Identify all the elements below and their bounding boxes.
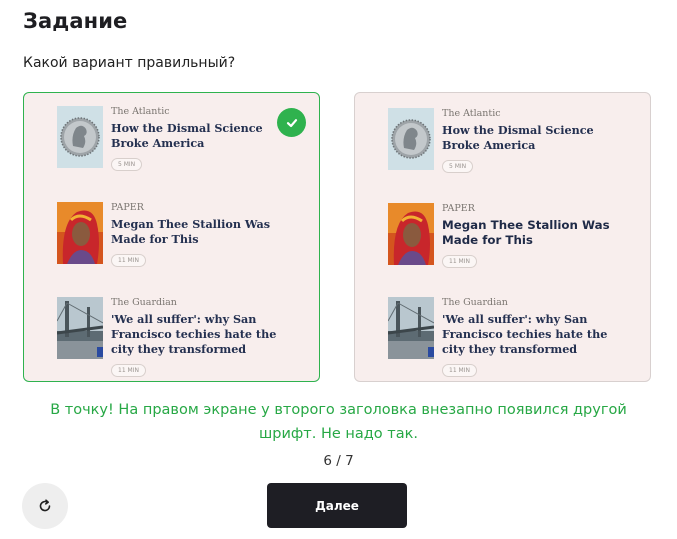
read-time-badge: 11 MIN xyxy=(442,364,477,377)
article-source: The Atlantic xyxy=(442,108,501,119)
read-time-badge: 5 MIN xyxy=(442,160,474,173)
question-text: Какой вариант правильный? xyxy=(23,55,236,71)
article-source: PAPER xyxy=(111,202,144,213)
progress-counter: 6 / 7 xyxy=(323,453,354,469)
article-item: The Atlantic How the Dismal Science Brok… xyxy=(388,108,618,178)
read-time-badge: 11 MIN xyxy=(442,255,477,268)
portrait-image xyxy=(57,202,103,264)
article-headline: 'We all suffer': why San Francisco techi… xyxy=(442,312,608,356)
page-title: Задание xyxy=(23,9,128,33)
portrait-image xyxy=(388,203,434,265)
article-headline: How the Dismal Science Broke America xyxy=(111,121,263,150)
article-item: PAPER Megan Thee Stallion Was Made for T… xyxy=(388,203,618,273)
article-source: PAPER xyxy=(442,203,475,214)
article-headline: 'We all suffer': why San Francisco techi… xyxy=(111,312,277,356)
article-item: The Atlantic How the Dismal Science Brok… xyxy=(57,106,287,176)
bridge-image xyxy=(388,297,434,359)
feedback-text: В точку! На правом экране у второго заго… xyxy=(50,402,627,442)
coin-image xyxy=(388,108,434,170)
article-item: The Guardian 'We all suffer': why San Fr… xyxy=(388,297,618,377)
article-item: PAPER Megan Thee Stallion Was Made for T… xyxy=(57,202,287,272)
article-source: The Atlantic xyxy=(111,106,170,117)
article-item: The Guardian 'We all suffer': why San Fr… xyxy=(57,297,287,377)
option-card-left[interactable]: The Atlantic How the Dismal Science Brok… xyxy=(23,92,320,382)
article-source: The Guardian xyxy=(111,297,177,308)
next-button[interactable]: Далее xyxy=(267,483,407,528)
read-time-badge: 11 MIN xyxy=(111,254,146,267)
article-headline: Megan Thee Stallion Was Made for This xyxy=(442,218,610,247)
read-time-badge: 5 MIN xyxy=(111,158,143,171)
article-headline: How the Dismal Science Broke America xyxy=(442,123,594,152)
reset-button[interactable] xyxy=(22,483,68,529)
option-card-right[interactable]: The Atlantic How the Dismal Science Brok… xyxy=(354,92,651,382)
article-source: The Guardian xyxy=(442,297,508,308)
article-headline: Megan Thee Stallion Was Made for This xyxy=(111,217,271,246)
bridge-image xyxy=(57,297,103,359)
read-time-badge: 11 MIN xyxy=(111,364,146,377)
refresh-icon xyxy=(37,498,53,514)
coin-image xyxy=(57,106,103,168)
